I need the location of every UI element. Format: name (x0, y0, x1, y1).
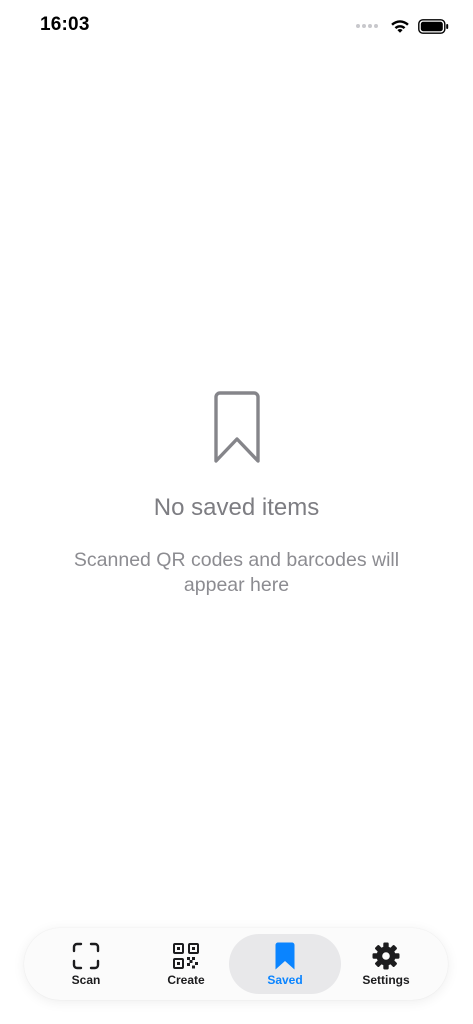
tab-create-label: Create (167, 973, 205, 987)
status-icons (356, 16, 449, 36)
empty-state-title: No saved items (153, 494, 320, 521)
empty-state: No saved items Scanned QR codes and barc… (0, 390, 473, 598)
tab-create[interactable]: Create (130, 934, 242, 994)
tab-bar: Scan Create Saved Settings (24, 928, 448, 1000)
tab-scan-label: Scan (71, 973, 101, 987)
status-time: 16:03 (40, 14, 90, 35)
status-bar: 16:03 (0, 0, 473, 52)
tab-settings-label: Settings (362, 973, 410, 987)
bookmark-filled-icon (271, 942, 299, 970)
qr-code-icon (172, 942, 200, 970)
saved-screen: 16:03 No saved items Scanned QR codes an… (0, 0, 473, 1024)
tab-saved-label: Saved (267, 973, 303, 987)
battery-icon (418, 18, 449, 34)
bookmark-outline-icon (213, 391, 260, 463)
tab-settings[interactable]: Settings (330, 934, 442, 994)
tab-saved[interactable]: Saved (229, 934, 341, 994)
cellular-signal-icon (356, 24, 378, 28)
empty-state-subtitle: Scanned QR codes and barcodes will appea… (73, 549, 400, 596)
tab-scan[interactable]: Scan (30, 934, 142, 994)
gear-icon (372, 942, 400, 970)
wifi-icon (391, 19, 409, 33)
scan-frame-icon (72, 942, 100, 970)
